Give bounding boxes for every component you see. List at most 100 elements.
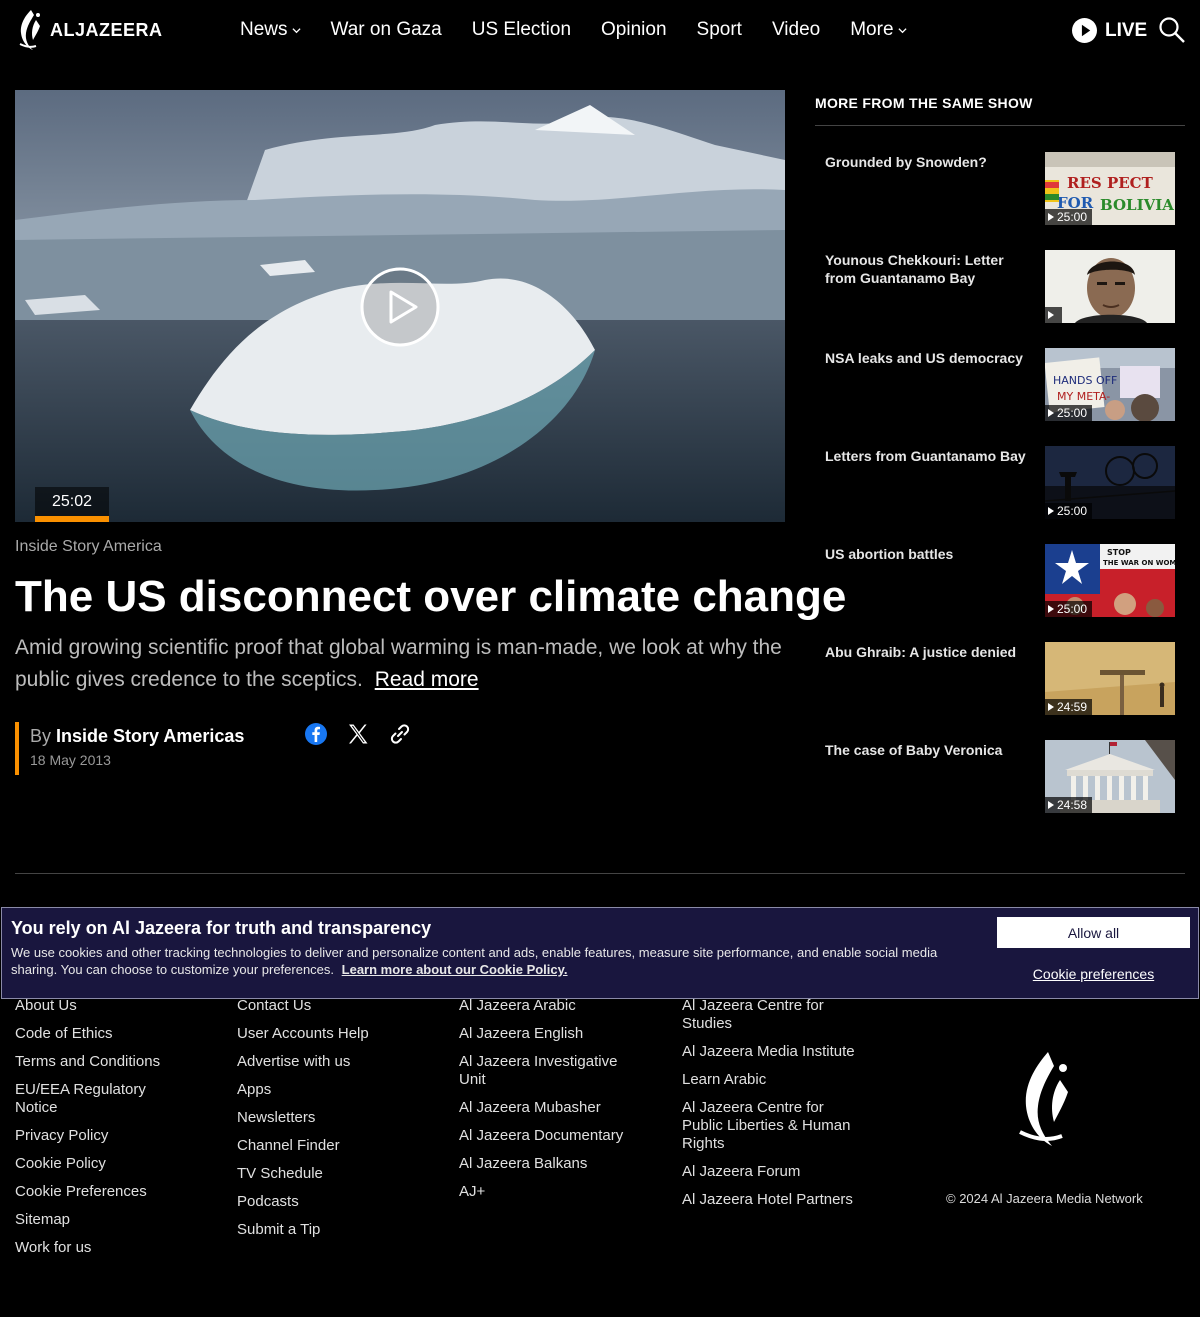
footer-link[interactable]: Code of Ethics: [15, 1025, 185, 1043]
card-title[interactable]: US abortion battles: [825, 545, 1030, 563]
svg-text:THE WAR ON WOMEN: THE WAR ON WOMEN: [1103, 559, 1175, 567]
footer-link[interactable]: EU/EEA Regulatory Notice: [15, 1081, 185, 1117]
footer-link[interactable]: Sitemap: [15, 1211, 185, 1229]
main-nav: News War on Gaza US Election Opinion Spo…: [240, 19, 907, 41]
footer-link[interactable]: User Accounts Help: [237, 1025, 407, 1043]
search-icon[interactable]: [1158, 16, 1186, 44]
footer-link[interactable]: AJ+: [459, 1183, 639, 1201]
footer-link[interactable]: Learn Arabic: [682, 1071, 867, 1089]
card-duration-badge: 25:00: [1045, 601, 1093, 617]
related-video-card[interactable]: Younous Chekkouri: Letter from Guantanam…: [815, 250, 1185, 324]
nav-opinion[interactable]: Opinion: [601, 19, 667, 41]
show-name[interactable]: Inside Story America: [15, 538, 162, 556]
footer-link[interactable]: About Us: [15, 997, 185, 1015]
nav-video[interactable]: Video: [772, 19, 820, 41]
section-divider: [15, 873, 1185, 874]
footer-link[interactable]: Submit a Tip: [237, 1221, 407, 1239]
play-icon: [1048, 605, 1054, 613]
footer-column-about: About Us Code of Ethics Terms and Condit…: [15, 997, 185, 1267]
author-link[interactable]: Inside Story Americas: [56, 726, 244, 746]
footer-link[interactable]: Al Jazeera Investigative Unit: [459, 1053, 639, 1089]
card-thumbnail[interactable]: STOP THE WAR ON WOMEN 25:00: [1045, 544, 1175, 617]
allow-all-button[interactable]: Allow all: [997, 917, 1190, 948]
nav-us-election[interactable]: US Election: [472, 19, 571, 41]
portrait-image: [1045, 250, 1175, 323]
x-twitter-icon[interactable]: [346, 722, 370, 746]
footer-link[interactable]: Al Jazeera Media Institute: [682, 1043, 867, 1061]
footer-link[interactable]: Privacy Policy: [15, 1127, 185, 1145]
footer-link[interactable]: Cookie Preferences: [15, 1183, 185, 1201]
footer-link[interactable]: Al Jazeera English: [459, 1025, 639, 1043]
nav-sport[interactable]: Sport: [697, 19, 742, 41]
copy-link-icon[interactable]: [388, 722, 412, 746]
card-title[interactable]: Younous Chekkouri: Letter from Guantanam…: [825, 251, 1030, 287]
live-button[interactable]: LIVE: [1072, 18, 1147, 43]
nav-label: War on Gaza: [330, 19, 442, 40]
live-label: LIVE: [1105, 19, 1148, 41]
card-duration: 25:00: [1057, 602, 1088, 616]
card-thumbnail[interactable]: 24:58: [1045, 740, 1175, 813]
footer-link[interactable]: Apps: [237, 1081, 407, 1099]
cookie-preferences-link[interactable]: Cookie preferences: [997, 966, 1190, 982]
footer-link[interactable]: Al Jazeera Hotel Partners: [682, 1191, 867, 1209]
site-logo[interactable]: ALJAZEERA: [14, 6, 163, 54]
card-duration: 25:00: [1057, 210, 1088, 224]
footer-link[interactable]: Advertise with us: [237, 1053, 407, 1071]
related-video-card[interactable]: The case of Baby Veronica 24:58: [815, 740, 1185, 814]
nav-war-on-gaza[interactable]: War on Gaza: [331, 19, 442, 41]
card-thumbnail[interactable]: HANDS OFF MY META- 25:00: [1045, 348, 1175, 421]
card-title[interactable]: NSA leaks and US democracy: [825, 349, 1030, 367]
footer-link[interactable]: Al Jazeera Mubasher: [459, 1099, 639, 1117]
related-video-card[interactable]: Abu Ghraib: A justice denied 24:59: [815, 642, 1185, 716]
play-icon: [1048, 703, 1054, 711]
nav-news[interactable]: News: [240, 19, 301, 41]
footer-link[interactable]: Cookie Policy: [15, 1155, 185, 1173]
related-video-card[interactable]: US abortion battles STOP THE WAR ON WOME…: [815, 544, 1185, 618]
card-thumbnail[interactable]: 24:59: [1045, 642, 1175, 715]
card-thumbnail[interactable]: [1045, 250, 1175, 323]
card-thumbnail[interactable]: 25:00: [1045, 446, 1175, 519]
read-more-link[interactable]: Read more: [375, 668, 479, 691]
footer-link[interactable]: TV Schedule: [237, 1165, 407, 1183]
card-duration: 24:59: [1057, 700, 1088, 714]
nav-label: Video: [771, 19, 821, 40]
play-icon: [1048, 801, 1054, 809]
card-title[interactable]: The case of Baby Veronica: [825, 741, 1030, 759]
nav-more[interactable]: More: [850, 19, 907, 41]
footer-link[interactable]: Terms and Conditions: [15, 1053, 185, 1071]
footer-link[interactable]: Newsletters: [237, 1109, 407, 1127]
footer-link[interactable]: Contact Us: [237, 997, 407, 1015]
nav-label: Sport: [696, 19, 742, 40]
related-video-card[interactable]: Letters from Guantanamo Bay 25:00: [815, 446, 1185, 520]
card-duration-badge: 25:00: [1045, 503, 1093, 519]
facebook-icon[interactable]: [304, 722, 328, 746]
article-headline: The US disconnect over climate change: [15, 572, 847, 621]
nav-label: Opinion: [601, 19, 667, 40]
card-title[interactable]: Letters from Guantanamo Bay: [825, 447, 1030, 465]
footer-link[interactable]: Podcasts: [237, 1193, 407, 1211]
footer-link[interactable]: Work for us: [15, 1239, 185, 1257]
footer-link[interactable]: Al Jazeera Documentary: [459, 1127, 639, 1145]
video-player[interactable]: 25:02: [15, 90, 785, 522]
related-video-card[interactable]: NSA leaks and US democracy HANDS OFF MY …: [815, 348, 1185, 422]
footer-link[interactable]: Al Jazeera Centre for Public Liberties &…: [682, 1099, 867, 1153]
card-duration-badge: [1045, 307, 1062, 323]
footer-column-network: Al Jazeera Centre for Studies Al Jazeera…: [682, 997, 867, 1219]
byline-prefix: By: [30, 726, 52, 746]
byline: By Inside Story Americas 18 May 2013: [15, 722, 244, 775]
footer-link[interactable]: Al Jazeera Forum: [682, 1163, 867, 1181]
related-video-card[interactable]: Grounded by Snowden? RES PECT FOR BOLIVI…: [815, 152, 1185, 226]
footer-link[interactable]: Al Jazeera Arabic: [459, 997, 639, 1015]
card-thumbnail[interactable]: RES PECT FOR BOLIVIA 25:00: [1045, 152, 1175, 225]
card-title[interactable]: Grounded by Snowden?: [825, 153, 1030, 171]
footer-link[interactable]: Al Jazeera Balkans: [459, 1155, 639, 1173]
footer-link[interactable]: Channel Finder: [237, 1137, 407, 1155]
card-title[interactable]: Abu Ghraib: A justice denied: [825, 643, 1030, 661]
card-duration-badge: 25:00: [1045, 209, 1093, 225]
aljazeera-logo-icon[interactable]: [1010, 1048, 1082, 1152]
cookie-policy-link[interactable]: Learn more about our Cookie Policy.: [342, 962, 568, 977]
svg-text:STOP: STOP: [1107, 548, 1131, 557]
footer-link[interactable]: Al Jazeera Centre for Studies: [682, 997, 867, 1033]
cookie-description: We use cookies and other tracking techno…: [11, 944, 951, 978]
play-button-icon[interactable]: [360, 267, 440, 347]
